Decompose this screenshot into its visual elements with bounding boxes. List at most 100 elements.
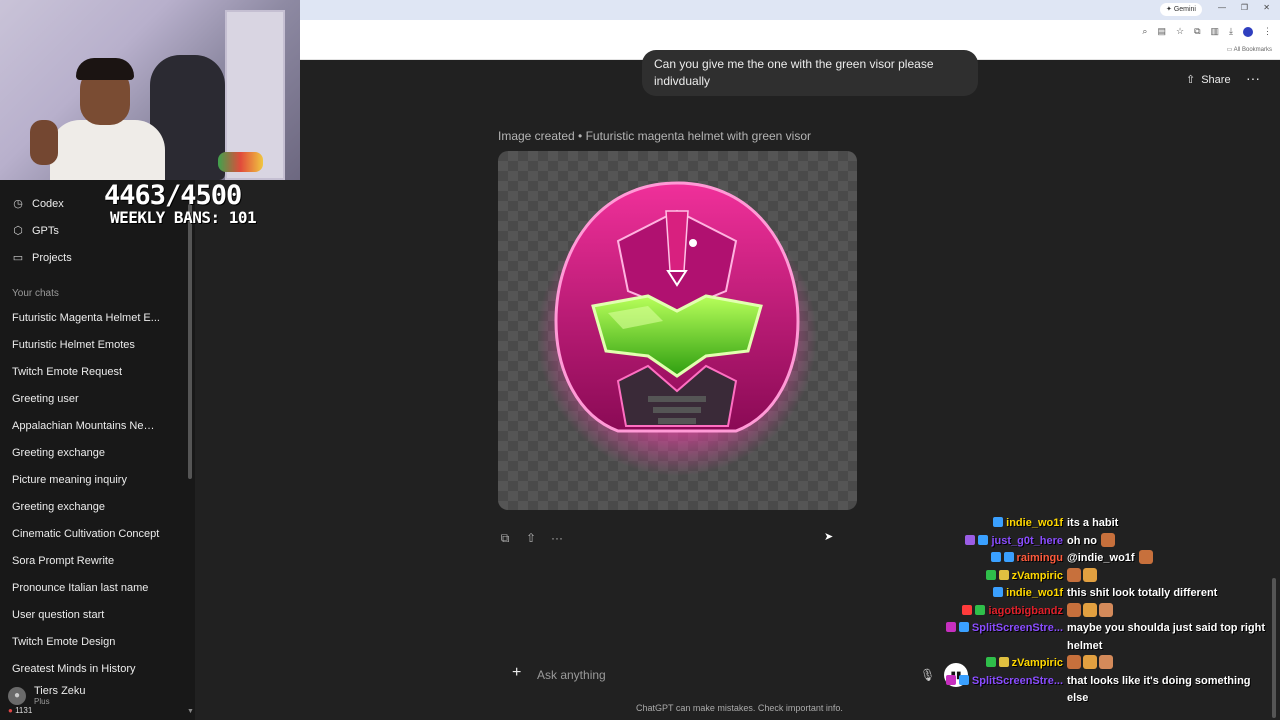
share-label: Share [1201, 73, 1231, 86]
goal-counter: 4463/4500 [104, 180, 242, 211]
chat-author: zVampiric [930, 568, 1067, 586]
sidebar-item-gpts[interactable]: ⬡ GPTs [12, 224, 59, 238]
generated-image[interactable] [498, 151, 857, 510]
page-icon[interactable]: ▤ [1157, 26, 1166, 37]
extensions-icon[interactable]: ⧉ [1194, 26, 1200, 37]
emote-icon [1100, 532, 1115, 547]
badge-icon [993, 517, 1004, 527]
chat-item[interactable]: Greeting exchange [0, 496, 160, 523]
chat-text: that looks like it's doing something els… [1067, 673, 1267, 708]
bookmark-star-icon[interactable]: ☆ [1176, 26, 1184, 37]
chat-author: SplitScreenStre... [930, 620, 1067, 655]
badge-icon [975, 604, 986, 615]
chat-username[interactable]: SplitScreenStre... [972, 675, 1063, 687]
chat-author: indie_wo1f [930, 585, 1067, 603]
badge-icon [945, 622, 956, 632]
chat-text-value: oh no [1067, 534, 1097, 547]
chat-text [1067, 602, 1267, 621]
all-bookmarks[interactable]: ▭ All Bookmarks [1227, 46, 1272, 53]
sidebar-item-codex[interactable]: ◷ Codex [12, 197, 64, 211]
more-icon[interactable]: ··· [550, 531, 564, 546]
badge-icon [990, 552, 1001, 562]
webcam-hair [76, 58, 134, 80]
minimize-icon[interactable]: — [1218, 3, 1226, 12]
chat-item[interactable]: User question start [0, 604, 160, 631]
chat-username[interactable]: indie_wo1f [1006, 517, 1063, 529]
chat-message: raimingu @indie_wo1f [930, 550, 1275, 568]
chat-username[interactable]: zVampiric [1012, 657, 1063, 669]
magenta-helmet-image [537, 181, 817, 476]
chat-item[interactable]: Greeting exchange [0, 442, 160, 469]
all-bookmarks-label: All Bookmarks [1233, 47, 1272, 53]
chat-message: indie_wo1f this shit look totally differe… [930, 585, 1275, 603]
gemini-button[interactable]: ✦ Gemini [1160, 3, 1202, 16]
scroll-down-icon[interactable]: ▼ [187, 708, 194, 715]
sidebar-scrollbar[interactable] [188, 204, 192, 479]
chat-text [1067, 655, 1267, 673]
chat-item[interactable]: Twitch Emote Request [0, 361, 160, 388]
twitch-chat-overlay: indie_wo1f its a habit just_g0t_here oh no r… [930, 515, 1275, 708]
emote-icon [1099, 602, 1113, 617]
sidebar-item-label: Projects [32, 251, 72, 264]
sidepanel-icon[interactable]: ▥ [1211, 26, 1220, 37]
profile-icon[interactable] [1243, 26, 1253, 37]
copy-icon[interactable]: ⧉ [498, 531, 512, 546]
emote-icon [1067, 602, 1081, 617]
chat-text: its a habit [1067, 515, 1267, 533]
mouse-cursor-icon: ➤ [824, 531, 834, 543]
disclaimer-text: ChatGPT can make mistakes. Check importa… [636, 703, 843, 713]
chat-list: Futuristic Magenta Helmet E... Futuristi… [0, 307, 188, 685]
user-message-bubble: Can you give me the one with the green v… [642, 50, 978, 96]
chat-item[interactable]: Greeting user [0, 388, 160, 415]
menu-icon[interactable]: ⋮ [1263, 26, 1272, 37]
chat-username[interactable]: iagotbigbandz [988, 605, 1063, 617]
sidebar-item-label: GPTs [32, 224, 59, 237]
close-window-icon[interactable]: ✕ [1263, 3, 1270, 12]
chat-item[interactable]: Appalachian Mountains Neph... [0, 415, 160, 442]
chat-username[interactable]: raimingu [1017, 552, 1063, 564]
user-account[interactable]: ● Tiers Zeku Plus [8, 685, 86, 706]
chat-message: just_g0t_here oh no [930, 532, 1275, 551]
chat-author: SplitScreenStre... [930, 673, 1067, 708]
badge-icon [1003, 552, 1014, 562]
gemini-label: Gemini [1173, 6, 1196, 13]
badge-icon [985, 569, 996, 580]
chat-username[interactable]: zVampiric [1012, 570, 1063, 582]
chat-username[interactable]: SplitScreenStre... [972, 622, 1063, 634]
zoom-icon[interactable]: ⌕ [1142, 26, 1147, 37]
chat-author: iagotbigbandz [930, 603, 1067, 621]
chat-item[interactable]: Sora Prompt Rewrite [0, 550, 160, 577]
viewer-count: ● 1131 [8, 706, 32, 715]
webcam-hand [30, 120, 58, 165]
emote-icon [1083, 602, 1097, 617]
chat-text-value: this shit look totally different [1067, 587, 1218, 599]
chat-author: just_g0t_here [930, 533, 1067, 551]
chat-username[interactable]: indie_wo1f [1006, 587, 1063, 599]
add-attachment-icon[interactable]: + [512, 664, 521, 682]
composer[interactable]: + Ask anything [498, 660, 978, 690]
chat-item[interactable]: Picture meaning inquiry [0, 469, 160, 496]
projects-icon: ▭ [12, 252, 24, 264]
badge-icon [958, 622, 969, 632]
badge-icon [998, 569, 1009, 580]
chat-item[interactable]: Futuristic Helmet Emotes [0, 334, 160, 361]
chat-item[interactable]: Futuristic Magenta Helmet E... [0, 307, 160, 334]
chat-item[interactable]: Twitch Emote Design [0, 631, 160, 658]
chat-text: this shit look totally different [1067, 585, 1267, 603]
prompt-input[interactable]: Ask anything [537, 668, 606, 682]
chat-item[interactable]: Pronounce Italian last name [0, 577, 160, 604]
share-image-icon[interactable]: ⇧ [524, 531, 538, 546]
more-options-icon[interactable]: ··· [1246, 70, 1260, 86]
chat-item[interactable]: Cinematic Cultivation Concept [0, 523, 160, 550]
chat-author: indie_wo1f [930, 515, 1067, 533]
restore-icon[interactable]: ❐ [1241, 3, 1248, 12]
chat-username[interactable]: just_g0t_here [991, 535, 1063, 547]
chat-author: raimingu [930, 550, 1067, 568]
chat-item[interactable]: Greatest Minds in History [0, 658, 160, 685]
share-button[interactable]: ⇧ Share [1186, 73, 1231, 87]
your-chats-heading: Your chats [12, 288, 59, 299]
weekly-bans: WEEKLY BANS: 101 [110, 208, 257, 227]
emote-icon [1067, 567, 1081, 582]
sidebar-item-projects[interactable]: ▭ Projects [12, 251, 72, 265]
download-icon[interactable]: ⤓ [1229, 26, 1233, 37]
